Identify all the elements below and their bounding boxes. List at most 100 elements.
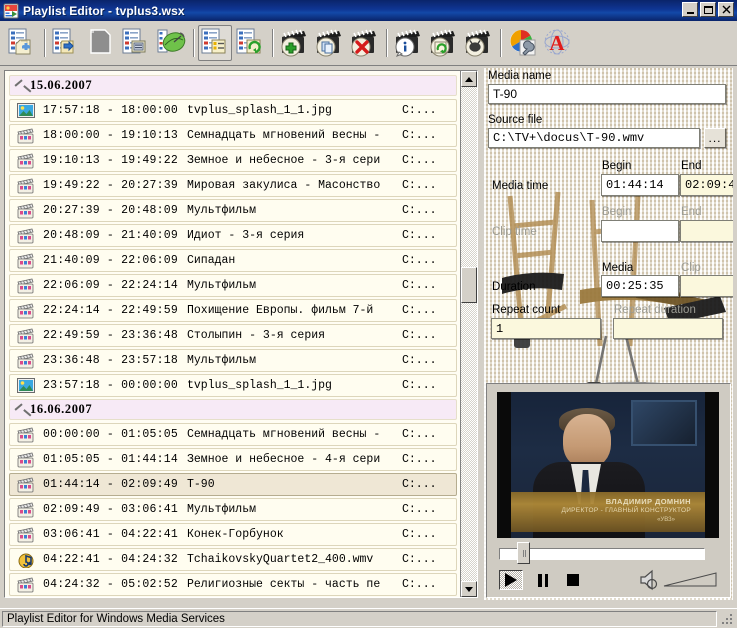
about-a-icon: A (542, 27, 572, 60)
video-clip-icon (17, 477, 35, 493)
playlist-row[interactable]: 20:27:39 - 20:48:09 Мультфильм C:... (9, 199, 457, 222)
playlist-row[interactable]: 04:24:32 - 05:02:52 Религиозные секты - ч… (9, 573, 457, 596)
delete-media-button[interactable] (347, 25, 381, 61)
publish-playlist-button[interactable] (154, 25, 188, 61)
seek-thumb-icon[interactable] (517, 542, 530, 564)
chevron-up-icon[interactable] (14, 404, 25, 415)
media-time-begin-input[interactable]: 01:44:14 (601, 174, 679, 196)
row-media-name: Мультфильм (187, 354, 257, 367)
playlist-row[interactable]: 22:49:59 - 23:36:48 Столыпин - 3-я серия C… (9, 324, 457, 347)
copy-media-icon (314, 27, 344, 60)
row-media-path: C:... (402, 204, 437, 217)
row-media-name: Мировая закулиса - Масонство (187, 179, 381, 192)
scroll-up-button[interactable] (461, 71, 477, 87)
row-media-path: C:... (402, 354, 437, 367)
video-clip-icon (17, 128, 35, 144)
row-time-range: 20:48:09 - 21:40:09 (43, 229, 178, 242)
browse-source-file-button[interactable]: ... (704, 128, 726, 148)
playlist-row[interactable]: 04:22:41 - 04:24:32 TchaikovskyQuartet2_4… (9, 548, 457, 571)
playlist-row[interactable]: 23:57:18 - 00:00:00 tvplus_splash_1_1.jpg… (9, 374, 457, 397)
playlist-row[interactable]: 01:05:05 - 01:44:14 Земное и небесное - 4… (9, 448, 457, 471)
video-screen[interactable]: ВЛАДИМИР ДОМНИН ДИРЕКТОР - ГЛАВНЫЙ КОНСТ… (497, 392, 719, 538)
playlist-row[interactable]: 17:57:18 - 18:00:00 tvplus_splash_1_1.jpg… (9, 99, 457, 122)
refresh-media-button[interactable] (426, 25, 460, 61)
row-time-range: 04:22:41 - 04:24:32 (43, 553, 178, 566)
playlist-row[interactable]: 22:06:09 - 22:24:14 Мультфильм C:... (9, 274, 457, 297)
delete-media-icon (349, 27, 379, 60)
scrollbar-thumb[interactable] (461, 267, 477, 303)
close-button[interactable] (718, 2, 734, 17)
date-group-header[interactable]: 15.06.2007 (9, 75, 457, 96)
playlist-list[interactable]: 15.06.2007 17:57:18 - 18:00:00 tvplus_spla… (5, 71, 460, 597)
date-group-header[interactable]: 16.06.2007 (9, 399, 457, 420)
stop-button[interactable] (561, 570, 585, 590)
new-playlist-button[interactable] (5, 25, 39, 61)
media-info-button[interactable] (391, 25, 425, 61)
resize-grip-icon[interactable] (719, 611, 735, 627)
video-clip-icon (17, 502, 35, 518)
person-head (563, 414, 611, 468)
minimize-button[interactable] (682, 2, 698, 17)
playlist-properties-button[interactable] (198, 25, 232, 61)
scroll-down-button[interactable] (461, 581, 477, 597)
scrollbar-track[interactable] (461, 87, 477, 581)
settings-button[interactable] (505, 25, 539, 61)
open-playlist-button[interactable] (49, 25, 83, 61)
source-file-label: Source file (488, 114, 543, 126)
repeat-duration-input (613, 318, 723, 339)
row-media-path: C:... (402, 379, 437, 392)
row-time-range: 01:05:05 - 01:44:14 (43, 453, 178, 466)
video-clip-icon (17, 527, 35, 543)
window-title: Playlist Editor - tvplus3.wsx (23, 3, 185, 18)
source-file-input[interactable]: C:\TV+\docus\T-90.wmv (488, 128, 700, 148)
row-media-name: Похищение Европы. фильм 7-й (187, 304, 374, 317)
pause-icon (538, 573, 548, 587)
chevron-up-icon[interactable] (14, 80, 25, 91)
playlist-panel: 15.06.2007 17:57:18 - 18:00:00 tvplus_spla… (4, 70, 478, 598)
playlist-row[interactable]: 23:36:48 - 23:57:18 Мультфильм C:... (9, 349, 457, 372)
row-media-name: Мультфильм (187, 279, 257, 292)
save-playlist-as-button[interactable] (119, 25, 153, 61)
caption-title: ДИРЕКТОР - ГЛАВНЫЙ КОНСТРУКТОР (561, 507, 691, 514)
playlist-row[interactable]: 01:44:14 - 02:09:49 T-90 C:... (9, 473, 457, 496)
row-media-path: C:... (402, 179, 437, 192)
pause-button[interactable] (531, 570, 555, 590)
save-playlist-button[interactable] (84, 25, 118, 61)
speaker-icon[interactable] (637, 568, 663, 592)
scroll-up-arrow-icon (465, 76, 473, 82)
row-time-range: 23:57:18 - 00:00:00 (43, 379, 178, 392)
preview-media-button[interactable] (461, 25, 495, 61)
add-media-button[interactable] (277, 25, 311, 61)
clip-time-begin-input[interactable] (601, 220, 679, 242)
media-name-input[interactable]: T-90 (488, 84, 726, 104)
title-bar[interactable]: Playlist Editor - tvplus3.wsx (0, 0, 737, 21)
playlist-row[interactable]: 22:24:14 - 22:49:59 Похищение Европы. фил… (9, 299, 457, 322)
refresh-playlist-button[interactable] (233, 25, 267, 61)
copy-media-button[interactable] (312, 25, 346, 61)
playlist-row[interactable]: 18:00:00 - 19:10:13 Семнадцать мгновений … (9, 124, 457, 147)
repeat-count-input[interactable]: 1 (491, 318, 601, 339)
about-button[interactable]: A (540, 25, 574, 61)
media-time-label: Media time (492, 180, 549, 192)
save-playlist-icon (86, 27, 116, 60)
maximize-button[interactable] (700, 2, 716, 17)
playlist-row[interactable]: 02:09:49 - 03:06:41 Мультфильм C:... (9, 498, 457, 521)
volume-slider[interactable] (663, 572, 717, 588)
play-button[interactable] (499, 570, 523, 590)
row-media-name: Столыпин - 3-я серия (187, 329, 326, 342)
playlist-row[interactable]: 03:06:41 - 04:22:41 Конек-Горбунок C:... (9, 523, 457, 546)
playlist-row[interactable]: 21:40:09 - 22:06:09 Сипадан C:... (9, 249, 457, 272)
row-media-path: C:... (402, 279, 437, 292)
row-media-path: C:... (402, 478, 437, 491)
row-media-name: TchaikovskyQuartet2_400.wmv (187, 553, 374, 566)
refresh-media-icon (428, 27, 458, 60)
playlist-row[interactable]: 00:00:00 - 01:05:05 Семнадцать мгновений … (9, 423, 457, 446)
playlist-row[interactable]: 19:10:13 - 19:49:22 Земное и небесное - 3… (9, 149, 457, 172)
row-media-name: T-90 (187, 478, 215, 491)
playlist-row[interactable]: 20:48:09 - 21:40:09 Идиот - 3-я серия C:..… (9, 224, 457, 247)
playlist-scrollbar[interactable] (460, 71, 477, 597)
media-time-end-label: End (681, 160, 702, 172)
playlist-row[interactable]: 19:49:22 - 20:27:39 Мировая закулиса - Ма… (9, 174, 457, 197)
row-media-name: Мультфильм (187, 503, 257, 516)
clip-time-end-label: End (681, 206, 702, 218)
